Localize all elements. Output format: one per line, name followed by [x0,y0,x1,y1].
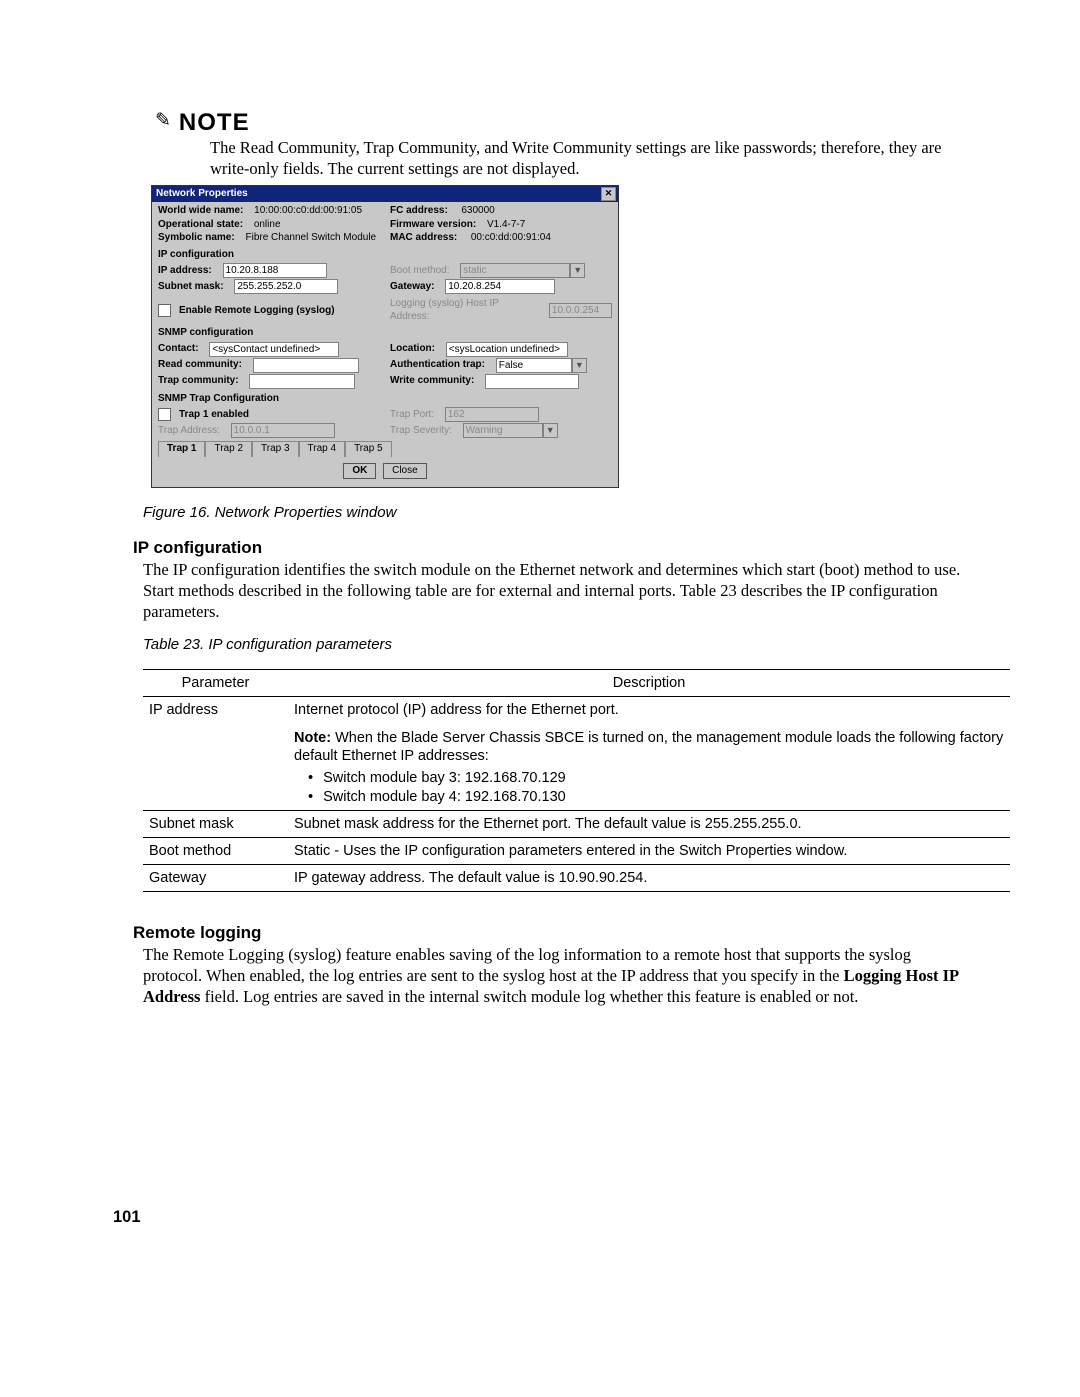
tab-trap2[interactable]: Trap 2 [205,441,252,457]
boot-select: static [460,263,570,278]
sym-value: Fibre Channel Switch Module [245,232,376,245]
tab-trap1[interactable]: Trap 1 [158,441,205,457]
trap1-label: Trap 1 enabled [179,409,249,422]
trap1-checkbox[interactable] [158,408,171,421]
note-content: When the Blade Server Chassis SBCE is tu… [294,730,1003,764]
gateway-input[interactable]: 10.20.8.254 [445,279,555,294]
note-icon: ✎ [155,109,171,133]
ipaddr-input[interactable]: 10.20.8.188 [223,263,327,278]
table-caption: Table 23. IP configuration parameters [143,636,1010,655]
table-cell-text: Internet protocol (IP) address for the E… [294,702,619,718]
ip-config-section: IP configuration [158,249,612,262]
read-label: Read community: [158,359,242,372]
remote-logging-checkbox[interactable] [158,304,171,317]
close-icon[interactable]: ✕ [601,187,616,201]
remote-logging-paragraph: The Remote Logging (syslog) feature enab… [143,945,973,1007]
chevron-down-icon: ▼ [543,423,558,438]
location-label: Location: [390,343,435,356]
loghost-input: 10.0.0.254 [549,303,612,318]
dialog-title: Network Properties [156,188,248,201]
table-row-desc: IP gateway address. The default value is… [288,864,1010,891]
note-prefix: Note: [294,730,331,746]
trapc-input[interactable] [249,374,355,389]
trapport-input: 162 [445,407,539,422]
wwn-value: 10:00:00:c0:dd:00:91:05 [254,205,362,218]
snmp-config-section: SNMP configuration [158,327,612,340]
ok-button[interactable]: OK [343,463,376,480]
subnet-label: Subnet mask: [158,281,224,294]
table-row-param: Subnet mask [143,810,288,837]
mac-label: MAC address: [390,232,457,245]
boot-label: Boot method: [390,265,449,278]
tab-trap4[interactable]: Trap 4 [299,441,346,457]
table-row-param: IP address [143,697,288,811]
writec-input[interactable] [485,374,579,389]
trapsev-select: Warning [463,423,543,438]
table-row-desc: Static - Uses the IP configuration param… [288,837,1010,864]
page-number: 101 [113,1207,1010,1228]
remote-logging-label: Enable Remote Logging (syslog) [179,305,335,318]
ip-config-paragraph: The IP configuration identifies the swit… [143,560,973,622]
table-row-desc: Subnet mask address for the Ethernet por… [288,810,1010,837]
contact-input[interactable]: <sysContact undefined> [209,342,339,357]
trapsev-label: Trap Severity: [390,425,452,438]
list-item: Switch module bay 3: 192.168.70.129 [308,769,1004,787]
gateway-label: Gateway: [390,281,434,294]
chevron-down-icon[interactable]: ▼ [572,358,587,373]
table-row-param: Boot method [143,837,288,864]
tab-trap3[interactable]: Trap 3 [252,441,299,457]
figure-caption: Figure 16. Network Properties window [143,504,1010,523]
table-header-desc: Description [288,669,1010,696]
list-item: Switch module bay 4: 192.168.70.130 [308,788,1004,806]
chevron-down-icon: ▼ [570,263,585,278]
table-header-param: Parameter [143,669,288,696]
location-input[interactable]: <sysLocation undefined> [446,342,568,357]
mac-value: 00:c0:dd:00:91:04 [471,232,551,245]
op-value: online [254,219,281,232]
table-row-param: Gateway [143,864,288,891]
fcaddr-value: 630000 [461,205,494,218]
tab-trap5[interactable]: Trap 5 [345,441,392,457]
writec-label: Write community: [390,375,474,388]
remote-logging-heading: Remote logging [133,922,1010,943]
network-properties-window: Network Properties ✕ World wide name: 10… [151,185,619,488]
wwn-label: World wide name: [158,205,243,218]
fw-value: V1.4-7-7 [487,219,525,232]
fw-label: Firmware version: [390,219,476,232]
ip-config-heading: IP configuration [133,537,1010,558]
trapport-label: Trap Port: [390,409,434,422]
op-label: Operational state: [158,219,243,232]
trapaddr-input: 10.0.0.1 [231,423,335,438]
ipaddr-label: IP address: [158,265,212,278]
sym-label: Symbolic name: [158,232,235,245]
note-text: The Read Community, Trap Community, and … [210,138,970,179]
trapc-label: Trap community: [158,375,239,388]
close-button[interactable]: Close [383,463,427,480]
trapaddr-label: Trap Address: [158,425,220,438]
subnet-input[interactable]: 255.255.252.0 [234,279,338,294]
loghost-label: Logging (syslog) Host IP Address: [390,298,538,323]
auth-select[interactable]: False [496,358,572,373]
ip-config-table: Parameter Description IP address Interne… [143,669,1010,892]
note-heading: NOTE [179,108,250,138]
fcaddr-label: FC address: [390,205,448,218]
paragraph-text: field. Log entries are saved in the inte… [200,987,858,1006]
snmp-trap-section: SNMP Trap Configuration [158,393,612,406]
contact-label: Contact: [158,343,199,356]
auth-label: Authentication trap: [390,359,485,372]
paragraph-text: The Remote Logging (syslog) feature enab… [143,945,911,985]
table-row-desc: Internet protocol (IP) address for the E… [288,697,1010,811]
read-input[interactable] [253,358,359,373]
